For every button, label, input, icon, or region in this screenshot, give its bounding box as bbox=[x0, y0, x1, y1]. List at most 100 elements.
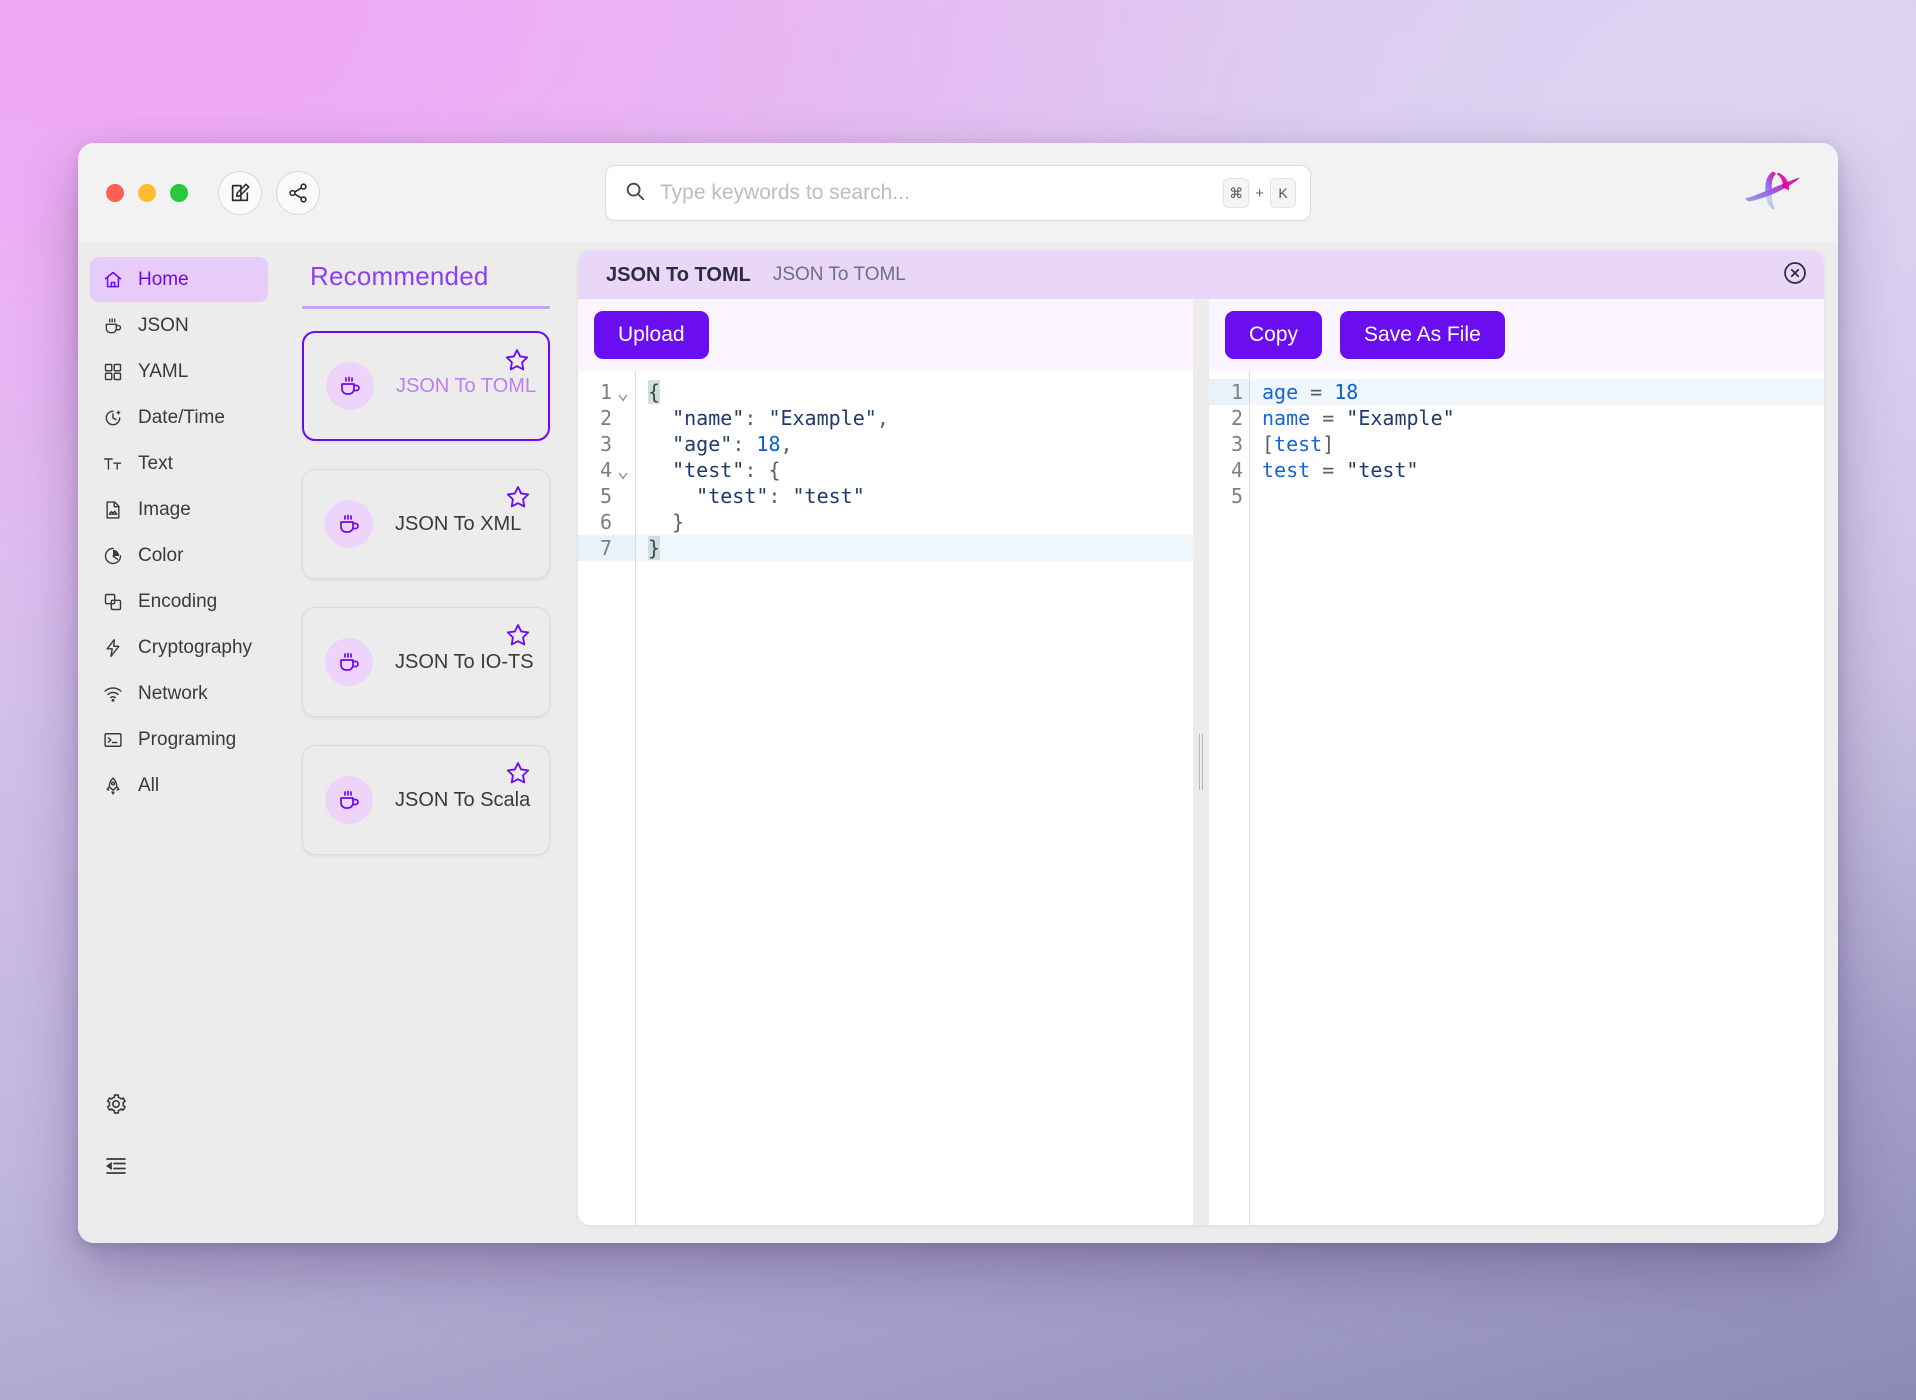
input-code-text[interactable]: { "name": "Example", "age": 18, "test": … bbox=[636, 371, 1193, 1225]
tool-card-json-to-toml[interactable]: JSON To TOML bbox=[302, 331, 550, 441]
sidebar-item-label: Programing bbox=[138, 728, 237, 750]
sidebar-item-encoding[interactable]: Encoding bbox=[90, 579, 268, 624]
sidebar-item-cryptography[interactable]: Cryptography bbox=[90, 625, 268, 670]
cup-icon bbox=[325, 500, 373, 548]
sidebar-item-color[interactable]: Color bbox=[90, 533, 268, 578]
tool-card-label: JSON To IO-TS bbox=[395, 650, 534, 673]
favorite-star-icon[interactable] bbox=[505, 622, 531, 653]
code-token: = bbox=[1310, 458, 1347, 482]
code-line: test = "test" bbox=[1250, 457, 1824, 483]
sidebar-item-label: Cryptography bbox=[138, 636, 253, 658]
favorite-star-icon[interactable] bbox=[505, 484, 531, 515]
code-token: "Example" bbox=[768, 406, 877, 430]
home-icon bbox=[102, 270, 124, 290]
sidebar-item-label: Network bbox=[138, 682, 208, 704]
fold-chevron-down-icon[interactable]: ⌄ bbox=[617, 379, 629, 405]
cup-icon bbox=[325, 638, 373, 686]
editor-splitter[interactable] bbox=[1193, 299, 1209, 1225]
gutter-line: 4 ⌄ bbox=[578, 457, 635, 483]
code-token: = bbox=[1298, 380, 1335, 404]
settings-button[interactable] bbox=[104, 1089, 138, 1123]
sidebar-bottom-actions bbox=[90, 1089, 268, 1243]
sidebar-item-datetime[interactable]: Date/Time bbox=[90, 395, 268, 440]
line-number: 1 bbox=[599, 380, 612, 404]
fold-chevron-down-icon[interactable]: ⌄ bbox=[617, 457, 629, 483]
search-icon bbox=[624, 180, 646, 207]
code-token: "test" bbox=[1346, 458, 1419, 482]
output-code-editor[interactable]: 12345 age = 18 name = "Example" [test] test… bbox=[1209, 371, 1824, 1225]
line-number: 4 bbox=[599, 458, 612, 482]
maximize-window-button[interactable] bbox=[170, 184, 188, 202]
input-code-editor[interactable]: 1⌄2⌄3⌄4⌄5⌄6⌄7⌄ { "name": "Example", "age… bbox=[578, 371, 1193, 1225]
code-line: { bbox=[636, 379, 1193, 405]
compose-button[interactable] bbox=[218, 171, 262, 215]
code-token: 18 bbox=[1334, 380, 1359, 404]
share-button[interactable] bbox=[276, 171, 320, 215]
app-window: ⌘ + K bbox=[78, 143, 1838, 1243]
code-token: test bbox=[1274, 432, 1323, 456]
code-token: "test" bbox=[792, 484, 865, 508]
line-number: 2 bbox=[1230, 406, 1243, 430]
code-line: name = "Example" bbox=[1250, 405, 1824, 431]
search-input[interactable] bbox=[646, 181, 1224, 205]
input-editor-column: Upload 1⌄2⌄3⌄4⌄5⌄6⌄7⌄ { "name": "Example… bbox=[578, 299, 1193, 1225]
favorite-star-icon[interactable] bbox=[505, 760, 531, 791]
search-box[interactable]: ⌘ + K bbox=[605, 165, 1311, 221]
app-logo bbox=[1742, 166, 1804, 221]
favorite-star-icon[interactable] bbox=[504, 347, 530, 378]
gutter-line: 1 ⌄ bbox=[578, 379, 635, 405]
code-token: : bbox=[732, 432, 757, 456]
code-token: } bbox=[648, 536, 661, 560]
tool-card-json-to-io-ts[interactable]: JSON To IO-TS bbox=[302, 607, 550, 717]
code-token: { bbox=[768, 458, 781, 482]
cup-icon bbox=[325, 776, 373, 824]
sidebar-item-json[interactable]: JSON bbox=[90, 303, 268, 348]
tool-card-label: JSON To Scala bbox=[395, 788, 531, 811]
sidebar-item-image[interactable]: Image bbox=[90, 487, 268, 532]
sidebar-item-yaml[interactable]: YAML bbox=[90, 349, 268, 394]
code-token: : bbox=[744, 458, 769, 482]
search-shortcut: ⌘ + K bbox=[1223, 178, 1296, 208]
copy-button[interactable]: Copy bbox=[1225, 311, 1323, 359]
gutter-line: 2 bbox=[1209, 405, 1249, 431]
line-number: 6 bbox=[599, 510, 612, 534]
image-icon bbox=[102, 500, 124, 520]
terminal-icon bbox=[102, 730, 124, 750]
editor-split-view: Upload 1⌄2⌄3⌄4⌄5⌄6⌄7⌄ { "name": "Example… bbox=[578, 299, 1824, 1225]
sidebar-item-programing[interactable]: Programing bbox=[90, 717, 268, 762]
sidebar-item-network[interactable]: Network bbox=[90, 671, 268, 716]
text-icon bbox=[102, 454, 124, 474]
line-number: 1 bbox=[1230, 380, 1243, 404]
line-number: 3 bbox=[1230, 432, 1243, 456]
titlebar-actions bbox=[218, 171, 320, 215]
tool-card-json-to-scala[interactable]: JSON To Scala bbox=[302, 745, 550, 855]
sidebar-item-text[interactable]: Text bbox=[90, 441, 268, 486]
tool-tab-bar: JSON To TOML JSON To TOML bbox=[578, 251, 1824, 299]
clock-icon bbox=[102, 408, 124, 428]
output-code-text[interactable]: age = 18 name = "Example" [test] test = "te… bbox=[1250, 371, 1824, 1225]
save-as-file-button[interactable]: Save As File bbox=[1340, 311, 1505, 359]
gutter-line: 7⌄ bbox=[578, 535, 635, 561]
sidebar-item-all[interactable]: All bbox=[90, 763, 268, 808]
recommended-title: Recommended bbox=[310, 261, 489, 291]
code-token: age bbox=[1262, 380, 1299, 404]
minimize-window-button[interactable] bbox=[138, 184, 156, 202]
output-toolbar: Copy Save As File bbox=[1209, 299, 1824, 371]
gutter-line: 5 bbox=[1209, 483, 1249, 509]
splitter-grip bbox=[1199, 734, 1203, 790]
cup-icon bbox=[102, 316, 124, 336]
sidebar-item-home[interactable]: Home bbox=[90, 257, 268, 302]
recommended-underline bbox=[302, 306, 550, 309]
collapse-sidebar-button[interactable] bbox=[104, 1151, 138, 1185]
tool-panel: JSON To TOML JSON To TOML Upload 1 ⌄ 2 3… bbox=[578, 251, 1824, 1225]
close-window-button[interactable] bbox=[106, 184, 124, 202]
upload-button[interactable]: Upload bbox=[594, 311, 709, 359]
code-token: "Example" bbox=[1346, 406, 1455, 430]
sidebar-item-label: Color bbox=[138, 544, 184, 566]
tool-tab-title: JSON To TOML bbox=[606, 263, 751, 286]
tool-card-json-to-xml[interactable]: JSON To XML bbox=[302, 469, 550, 579]
close-tool-button[interactable] bbox=[1782, 260, 1808, 291]
